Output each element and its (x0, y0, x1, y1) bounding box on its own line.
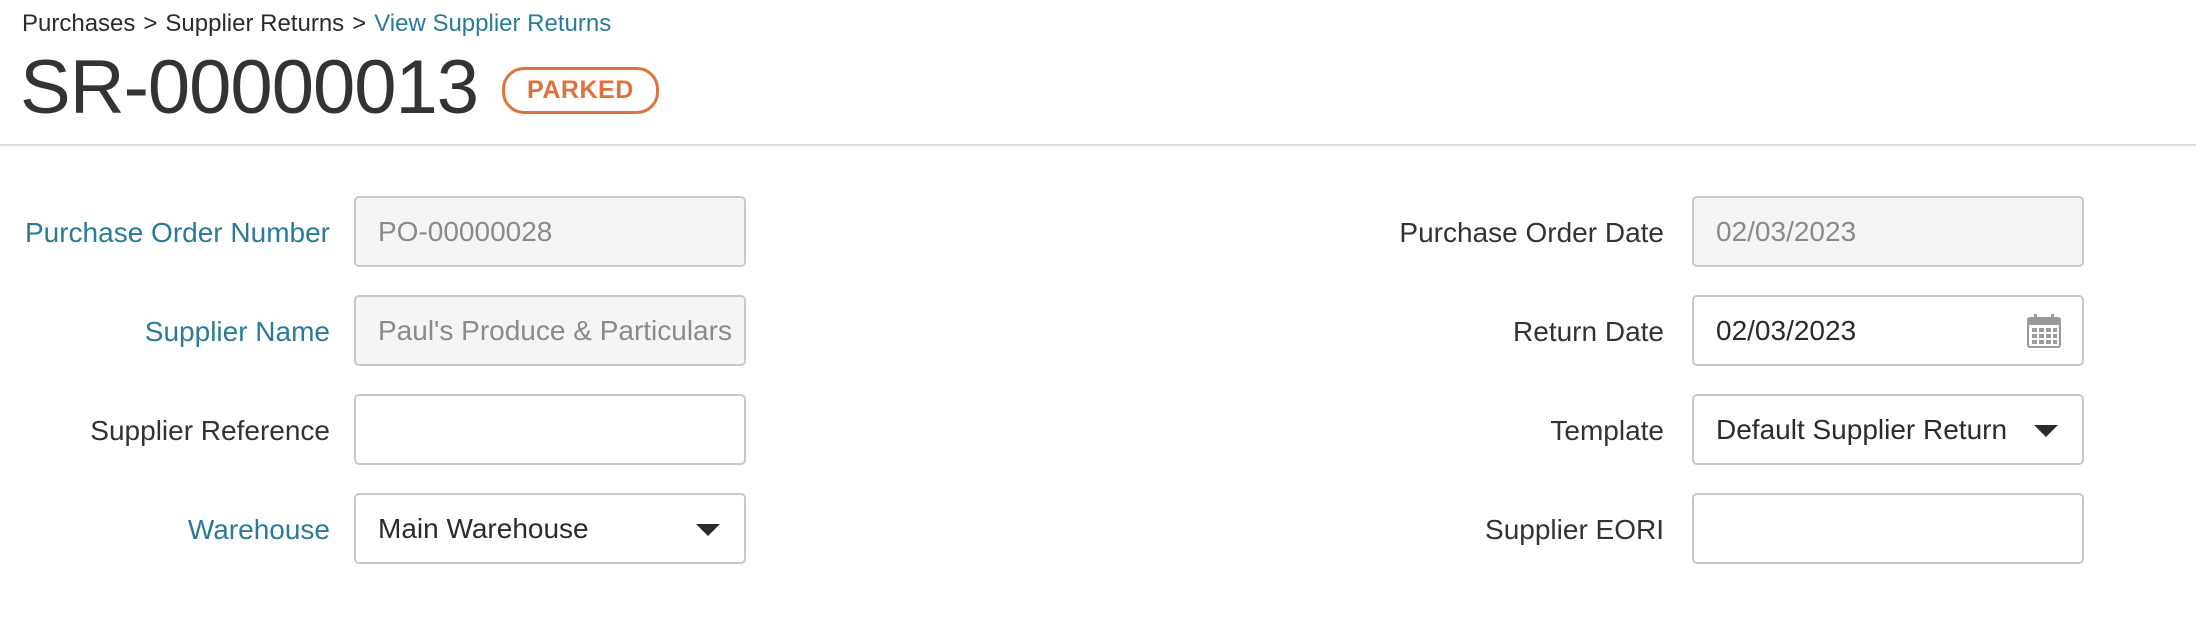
caret-down-icon[interactable] (2034, 425, 2058, 437)
breadcrumb-item-view-supplier-returns[interactable]: View Supplier Returns (374, 10, 611, 37)
return-date-value: 02/03/2023 (1716, 314, 1857, 346)
field-supplier-reference: Supplier Reference (0, 394, 330, 468)
supplier-reference-input[interactable] (354, 394, 746, 465)
calendar-icon[interactable] (2026, 313, 2062, 349)
template-value: Default Supplier Return (1716, 413, 2008, 445)
breadcrumb: Purchases > Supplier Returns > View Supplier… (22, 10, 611, 38)
field-supplier-name: Supplier Name (0, 295, 330, 369)
breadcrumb-separator: > (143, 10, 158, 37)
template-label: Template (1550, 415, 1664, 446)
warehouse-value: Main Warehouse (378, 512, 589, 544)
purchase-order-number-input[interactable]: PO-00000028 (354, 196, 746, 267)
breadcrumb-item-purchases[interactable]: Purchases (22, 10, 135, 37)
return-date-label: Return Date (1513, 316, 1664, 347)
template-select[interactable]: Default Supplier Return (1692, 394, 2084, 465)
title-row: SR-00000013 PARKED (20, 48, 659, 128)
breadcrumb-item-supplier-returns[interactable]: Supplier Returns (165, 10, 344, 37)
supplier-reference-label: Supplier Reference (90, 415, 330, 446)
field-purchase-order-number: Purchase Order Number (0, 196, 330, 270)
field-supplier-eori: Supplier EORI (1200, 493, 1664, 567)
supplier-name-value: Paul's Produce & Particulars (378, 314, 732, 346)
supplier-name-input[interactable]: Paul's Produce & Particulars (354, 295, 746, 366)
caret-down-icon[interactable] (696, 524, 720, 536)
supplier-name-label: Supplier Name (144, 316, 330, 347)
field-warehouse: Warehouse (0, 493, 330, 567)
field-purchase-order-date: Purchase Order Date (1200, 196, 1664, 270)
supplier-eori-input[interactable] (1692, 493, 2084, 564)
field-template: Template (1200, 394, 1664, 468)
breadcrumb-separator: > (352, 10, 367, 37)
return-date-input[interactable]: 02/03/2023 (1692, 295, 2084, 366)
page-title: SR-00000013 (20, 45, 479, 130)
field-return-date: Return Date (1200, 295, 1664, 369)
purchase-order-date-value: 02/03/2023 (1716, 215, 1857, 247)
purchase-order-date-label: Purchase Order Date (1399, 217, 1664, 248)
warehouse-select[interactable]: Main Warehouse (354, 493, 746, 564)
warehouse-label: Warehouse (187, 514, 330, 545)
purchase-order-number-label: Purchase Order Number (24, 217, 330, 248)
purchase-order-number-value: PO-00000028 (378, 215, 553, 247)
status-badge: PARKED (502, 66, 659, 114)
supplier-eori-label: Supplier EORI (1485, 514, 1664, 545)
header-divider (0, 144, 2196, 146)
purchase-order-date-input[interactable]: 02/03/2023 (1692, 196, 2084, 267)
